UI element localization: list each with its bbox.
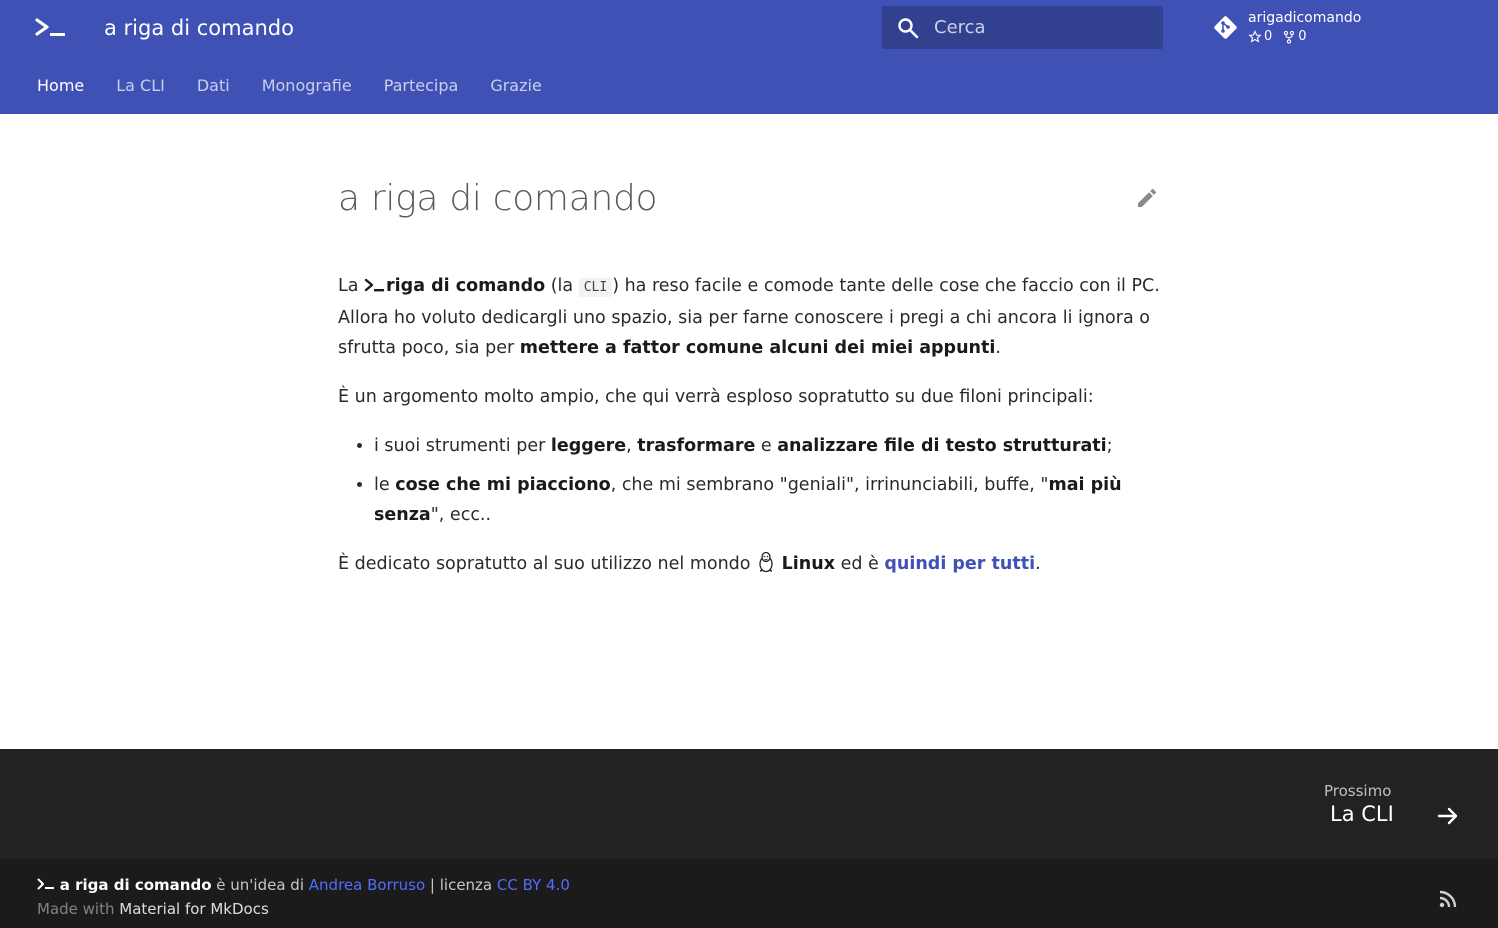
repo-link[interactable]: arigadicomando 0 0 xyxy=(1212,10,1412,50)
page-title: a riga di comando xyxy=(338,178,658,219)
terminal-prompt-icon xyxy=(364,278,385,292)
tab-grazie[interactable]: Grazie xyxy=(490,74,541,98)
linux-tux-icon xyxy=(759,551,773,573)
text: ", ecc.. xyxy=(430,505,492,525)
tab-dati[interactable]: Dati xyxy=(197,74,230,98)
bold-text: cose che mi piacciono xyxy=(395,475,611,495)
nav-tabs: Home La CLI Dati Monografie Partecipa Gr… xyxy=(37,74,574,98)
terminal-prompt-icon[interactable] xyxy=(34,14,68,42)
mkdocs-link[interactable]: Material for MkDocs xyxy=(119,900,269,918)
tab-partecipa[interactable]: Partecipa xyxy=(384,74,459,98)
inline-code: CLI xyxy=(578,278,613,297)
stars-count: 0 xyxy=(1264,29,1273,44)
search-input[interactable] xyxy=(934,6,1149,49)
bold-text: analizzare file di testo strutturati xyxy=(777,436,1107,456)
made-with-line: Made with Material for MkDocs xyxy=(37,900,269,918)
article-body: La riga di comando (la CLI) ha reso faci… xyxy=(338,271,1164,598)
forks-count: 0 xyxy=(1298,29,1307,44)
text: , che mi sembrano "geniali", irrinunciab… xyxy=(610,475,1049,495)
tab-la-cli[interactable]: La CLI xyxy=(116,74,165,98)
text: | licenza xyxy=(425,876,497,894)
license-link[interactable]: CC BY 4.0 xyxy=(497,876,570,894)
footer-nav: Prossimo La CLI xyxy=(0,749,1498,859)
brand-text: a riga di comando xyxy=(59,876,212,894)
edit-pencil-icon[interactable] xyxy=(1135,186,1159,210)
intro-paragraph: La riga di comando (la CLI) ha reso faci… xyxy=(338,271,1164,363)
bold-text: riga di comando xyxy=(386,276,546,296)
bold-text: trasformare xyxy=(637,436,756,456)
linux-paragraph: È dedicato sopratutto al suo utilizzo ne… xyxy=(338,549,1164,579)
star-icon xyxy=(1248,29,1262,43)
text: (la xyxy=(545,276,579,296)
text: , xyxy=(626,436,638,456)
text: . xyxy=(995,338,1001,358)
text: . xyxy=(1035,554,1041,574)
rss-icon[interactable] xyxy=(1438,889,1458,909)
copyright-line: a riga di comando è un'idea di Andrea Bo… xyxy=(37,876,570,894)
bold-text: leggere xyxy=(550,436,627,456)
bold-text: Linux xyxy=(781,554,835,574)
bold-text: mettere a fattor comune alcuni dei miei … xyxy=(519,338,996,358)
text: ed è xyxy=(835,554,885,574)
topic-list: i suoi strumenti per leggere, trasformar… xyxy=(374,431,1164,530)
terminal-prompt-icon xyxy=(37,878,54,890)
next-page-link[interactable]: La CLI xyxy=(1330,802,1394,826)
text: È dedicato sopratutto al suo utilizzo ne… xyxy=(338,554,757,574)
search-box[interactable] xyxy=(882,6,1163,49)
quindi-per-tutti-link[interactable]: quindi per tutti xyxy=(884,554,1035,574)
next-label: Prossimo xyxy=(1324,782,1392,800)
list-item: le cose che mi piacciono, che mi sembran… xyxy=(374,470,1164,530)
search-icon xyxy=(898,18,919,39)
text: ; xyxy=(1106,436,1113,456)
forks-fact: 0 xyxy=(1282,29,1307,44)
footer-meta: a riga di comando è un'idea di Andrea Bo… xyxy=(0,859,1498,928)
site-title: a riga di comando xyxy=(104,16,294,40)
text: e xyxy=(755,436,778,456)
git-icon xyxy=(1214,16,1237,39)
list-item: i suoi strumenti per leggere, trasformar… xyxy=(374,431,1164,461)
text: Made with xyxy=(37,900,120,918)
repo-name: arigadicomando xyxy=(1248,10,1362,26)
stars-fact: 0 xyxy=(1248,29,1272,44)
topic-paragraph: È un argomento molto ampio, che qui verr… xyxy=(338,387,1094,407)
repo-facts: 0 0 xyxy=(1248,29,1307,44)
fork-icon xyxy=(1284,30,1295,44)
header: a riga di comando arigadicomando 0 0 xyxy=(0,0,1498,114)
tab-monografie[interactable]: Monografie xyxy=(262,74,352,98)
text: le xyxy=(374,475,396,495)
arrow-right-icon[interactable] xyxy=(1436,804,1460,828)
author-link[interactable]: Andrea Borruso xyxy=(309,876,425,894)
text: i suoi strumenti per xyxy=(374,436,551,456)
text: La xyxy=(338,276,365,296)
text: è un'idea di xyxy=(211,876,309,894)
tab-home[interactable]: Home xyxy=(37,74,84,98)
